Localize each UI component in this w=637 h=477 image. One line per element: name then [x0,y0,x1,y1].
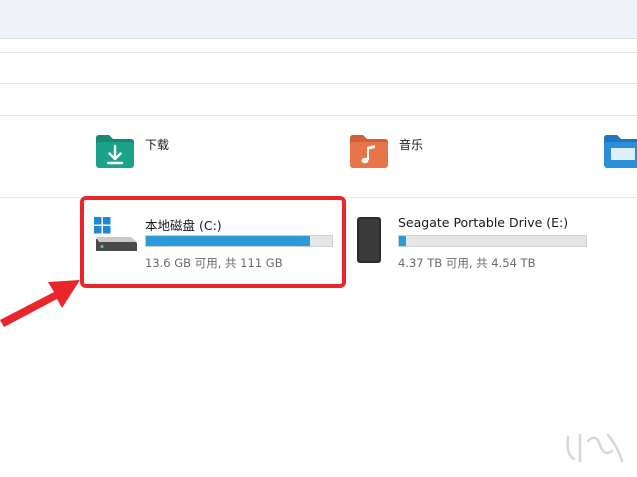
external-drive-icon [357,217,381,263]
folder-label: 音乐 [399,138,424,152]
drive-usage-bar [398,235,587,247]
watermark-logo-icon [566,433,624,463]
divider [0,83,637,84]
drive-space-text: 4.37 TB 可用, 共 4.54 TB [398,256,536,270]
folder-item-downloads[interactable]: 下载 [94,132,214,172]
divider [0,115,637,116]
desktop-folder-icon [604,135,637,168]
file-explorer-this-pc: 下载 音乐 本地磁盘 (C:) 13.6 GB 可用, 共 111 GB Sea… [0,0,637,477]
drive-e[interactable]: Seagate Portable Drive (E:) 4.37 TB 可用, … [354,215,594,285]
divider [0,52,637,53]
highlight-box [80,196,346,288]
folder-item-music[interactable]: 音乐 [348,132,468,172]
download-folder-icon [96,135,134,168]
folder-label: 下载 [145,138,170,152]
drive-name: Seagate Portable Drive (E:) [398,215,569,230]
pointer-arrow-icon [0,280,80,327]
drive-usage-fill [399,236,407,246]
folder-item-desktop[interactable] [602,132,637,172]
toolbar-area [0,0,637,39]
music-folder-icon [350,135,388,168]
